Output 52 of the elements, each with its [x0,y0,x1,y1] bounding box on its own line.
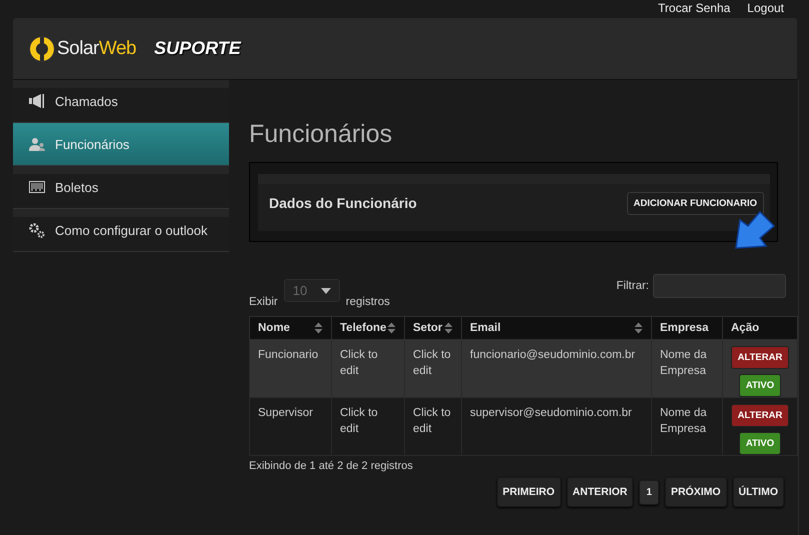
table-cell: funcionario@seudominio.com.br [462,340,652,398]
column-header[interactable]: Email [462,316,652,340]
column-header[interactable]: Setor [404,316,462,340]
table-cell: Click to edit [404,340,462,398]
arrow-cursor-icon [734,210,776,252]
edit-button[interactable]: ALTERAR [730,346,790,369]
top-link[interactable]: Logout [747,1,784,18]
logo-icon [29,36,55,62]
table-cell: Supervisor [250,398,332,456]
column-header[interactable]: Nome [250,316,332,340]
filter-input[interactable] [653,274,786,298]
pagination-button[interactable]: ANTERIOR [566,477,634,507]
barcode-icon [29,181,45,193]
sort-icon[interactable] [314,322,323,334]
table-cell: Nome da Empresa [652,340,722,398]
pagination-button[interactable]: 1 [639,480,659,504]
sidebar-item[interactable]: Chamados [13,80,229,123]
sort-icon[interactable] [444,322,453,334]
gears-icon [29,222,45,238]
logo-text: SolarWeb [57,38,136,60]
page-title: Funcionários [249,120,394,150]
users-icon [29,137,45,151]
sidebar-item[interactable]: Como configurar o outlook [13,209,229,252]
table-cell: Click to edit [332,340,404,398]
top-link[interactable]: Trocar Senha [658,1,730,18]
column-header[interactable]: Telefone [332,316,404,340]
column-header: Ação [722,316,798,340]
pagination-button[interactable]: PRIMEIRO [496,477,561,507]
table-info: Exibindo de 1 até 2 de 2 registros [249,460,414,472]
table-cell: Click to edit [404,398,462,456]
status-button[interactable]: ATIVO [738,374,782,397]
panel-title: Dados do Funcionário [269,194,417,210]
dropdown-icon [320,288,331,294]
header-title: SUPORTE [154,38,241,59]
sort-icon[interactable] [387,322,396,334]
sidebar-item[interactable]: Funcionários [13,123,229,166]
megaphone-icon [29,94,45,108]
pagination-button[interactable]: PRÓXIMO [664,477,727,507]
pagination-button[interactable]: ÚLTIMO [732,477,784,507]
add-button[interactable]: ADICIONAR FUNCIONARIO [626,192,764,215]
sidebar-item[interactable]: Boletos [13,166,229,209]
column-header: Empresa [652,316,722,340]
edit-button[interactable]: ALTERAR [730,404,790,427]
table-cell: Click to edit [332,398,404,456]
table-cell: Funcionario [250,340,332,398]
show-label: Exibir [249,296,278,308]
records-label: registros [346,296,390,308]
status-button[interactable]: ATIVO [738,432,782,455]
sort-icon[interactable] [634,322,643,334]
table-cell: supervisor@seudominio.com.br [462,398,652,456]
table-cell: Nome da Empresa [652,398,722,456]
filter-label: Filtrar: [616,280,649,292]
